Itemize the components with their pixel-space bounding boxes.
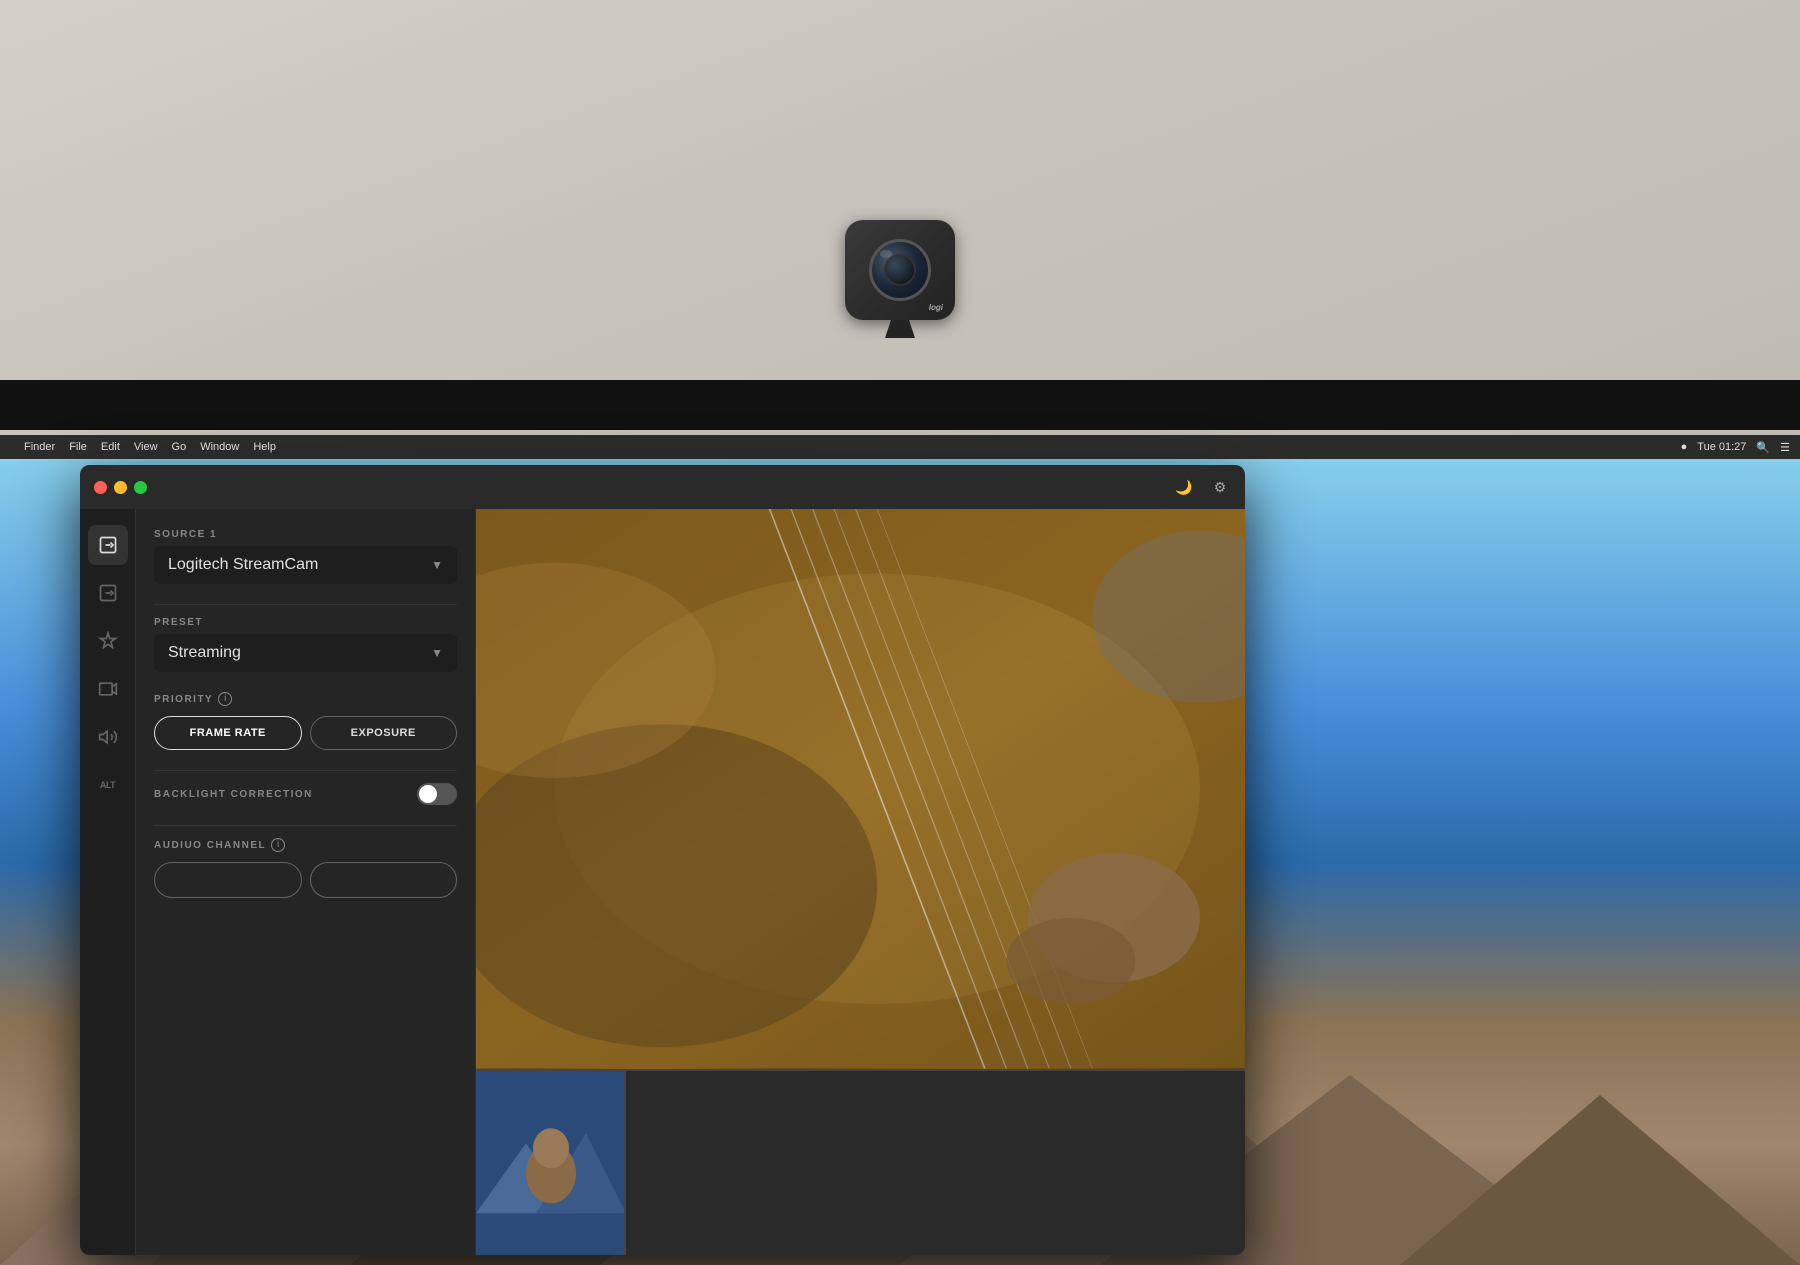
audio-channel-btn-2[interactable] — [310, 862, 458, 898]
preset-dropdown-arrow: ▼ — [431, 646, 443, 660]
traffic-lights — [94, 481, 147, 494]
source-dropdown[interactable]: Logitech StreamCam ▼ — [154, 546, 457, 584]
sidebar-item-source-2[interactable] — [88, 573, 128, 613]
sidebar-item-source-1[interactable] — [88, 525, 128, 565]
sidebar-item-audio[interactable] — [88, 717, 128, 757]
close-button[interactable] — [94, 481, 107, 494]
sidebar-item-video[interactable] — [88, 669, 128, 709]
preset-label: PRESET — [154, 617, 457, 628]
file-menu[interactable]: File — [69, 441, 87, 453]
menubar-time: Tue 01:27 — [1697, 441, 1746, 453]
source-label: SOURCE 1 — [154, 529, 457, 540]
backlight-toggle[interactable] — [417, 783, 457, 805]
menubar-right: ● Tue 01:27 🔍 ☰ — [1681, 441, 1790, 454]
sidebar-item-alt[interactable]: ALT — [88, 765, 128, 805]
backlight-label: BACKLIGHT CORRECTION — [154, 789, 313, 800]
webcam-lens-inner — [884, 254, 916, 286]
preview-area — [476, 509, 1245, 1255]
backlight-correction-row: BACKLIGHT CORRECTION — [154, 783, 457, 805]
priority-info-icon: i — [218, 692, 232, 706]
webcam-mount — [885, 320, 915, 338]
guitar-preview — [476, 509, 1245, 1069]
preset-section: PRESET Streaming ▼ — [154, 617, 457, 672]
pip-video — [476, 1071, 626, 1256]
source-dropdown-arrow: ▼ — [431, 558, 443, 572]
window-menu[interactable]: Window — [200, 441, 239, 453]
settings-icon[interactable]: ⚙ — [1209, 476, 1231, 498]
guitar-svg — [476, 509, 1245, 1069]
menubar-list-icon[interactable]: ☰ — [1780, 441, 1790, 454]
edit-menu[interactable]: Edit — [101, 441, 120, 453]
priority-section: PRIORITY i FRAME RATE EXPOSURE — [154, 692, 457, 750]
source-dropdown-value: Logitech StreamCam — [168, 556, 318, 574]
dark-mode-icon[interactable]: 🌙 — [1173, 476, 1195, 498]
frame-rate-button[interactable]: FRAME RATE — [154, 716, 302, 750]
webcam-logo: logi — [929, 303, 943, 312]
separator-2 — [154, 770, 457, 771]
pip-person-svg — [476, 1071, 626, 1256]
menubar-icon-1: ● — [1681, 441, 1688, 453]
title-bar: 🌙 ⚙ — [80, 465, 1245, 509]
webcam: logi — [845, 220, 955, 338]
priority-buttons: FRAME RATE EXPOSURE — [154, 716, 457, 750]
sidebar-item-effects[interactable] — [88, 621, 128, 661]
priority-label: PRIORITY — [154, 694, 213, 705]
audio-channel-section: AUDIUO CHANNEL i — [154, 838, 457, 898]
macos-menubar: Finder File Edit View Go Window Help ● T… — [0, 435, 1800, 459]
app-body: ALT SOURCE 1 Logitech StreamCam ▼ PRESET… — [80, 509, 1245, 1255]
webcam-body: logi — [845, 220, 955, 320]
audio-channel-label: AUDIUO CHANNEL — [154, 840, 266, 851]
exposure-button[interactable]: EXPOSURE — [310, 716, 458, 750]
monitor-bezel — [0, 380, 1800, 430]
webcam-lens-highlight — [880, 250, 892, 258]
menubar-search-icon[interactable]: 🔍 — [1756, 441, 1770, 454]
backlight-toggle-thumb — [419, 785, 437, 803]
audio-channel-btn-1[interactable] — [154, 862, 302, 898]
alt-label: ALT — [100, 780, 115, 790]
pip-strip-rest — [626, 1071, 1245, 1256]
view-menu[interactable]: View — [134, 441, 158, 453]
webcam-lens — [869, 239, 931, 301]
audio-channel-buttons — [154, 862, 457, 898]
preset-dropdown[interactable]: Streaming ▼ — [154, 634, 457, 672]
audio-channel-info-icon: i — [271, 838, 285, 852]
control-panel: SOURCE 1 Logitech StreamCam ▼ PRESET Str… — [136, 509, 476, 1255]
sidebar-narrow: ALT — [80, 509, 136, 1255]
separator-3 — [154, 825, 457, 826]
go-menu[interactable]: Go — [172, 441, 187, 453]
help-menu[interactable]: Help — [253, 441, 276, 453]
source-section: SOURCE 1 Logitech StreamCam ▼ — [154, 529, 457, 584]
title-bar-controls: 🌙 ⚙ — [1173, 476, 1231, 498]
app-window: 🌙 ⚙ — [80, 465, 1245, 1255]
minimize-button[interactable] — [114, 481, 127, 494]
finder-menu[interactable]: Finder — [24, 441, 55, 453]
preset-dropdown-value: Streaming — [168, 644, 241, 662]
separator-1 — [154, 604, 457, 605]
pip-thumbnail — [476, 1069, 1245, 1256]
fullscreen-button[interactable] — [134, 481, 147, 494]
